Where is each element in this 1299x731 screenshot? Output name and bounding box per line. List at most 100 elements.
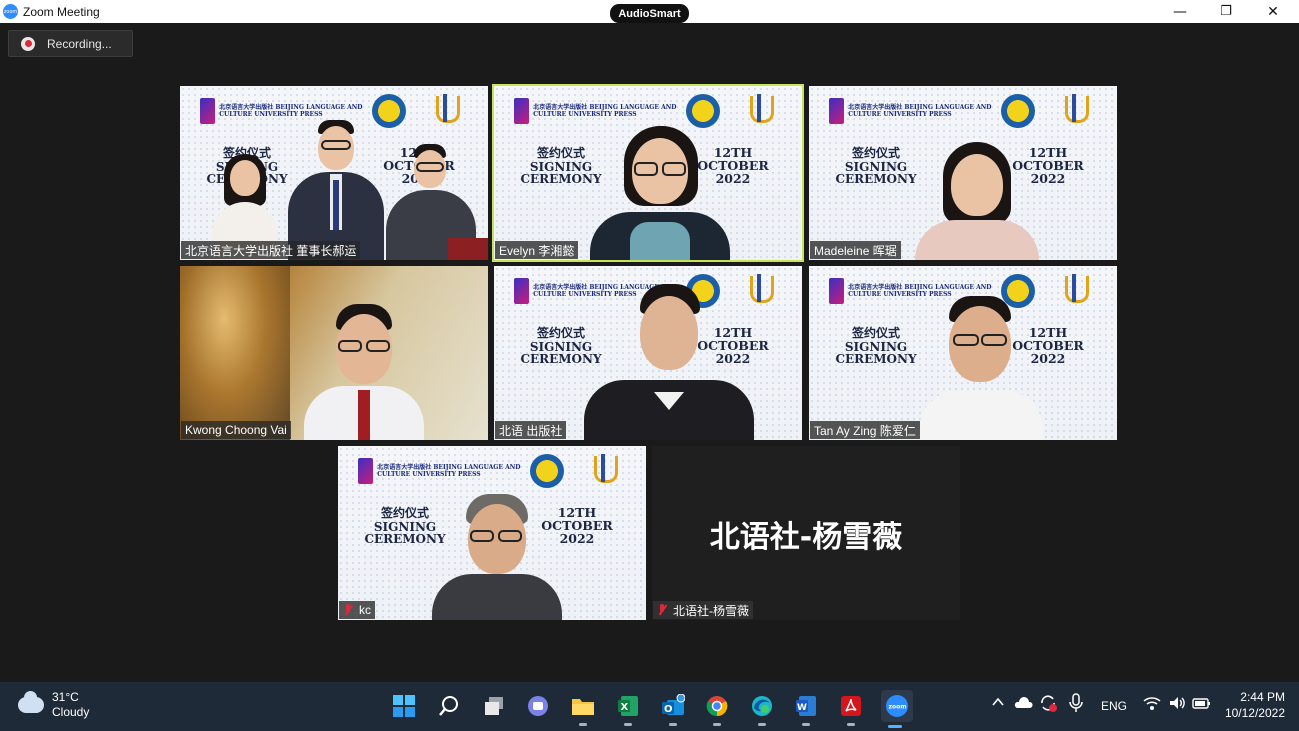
publisher-logo-icon [200,98,216,124]
participant-name: Tan Ay Zing 陈爱仁 [810,421,920,439]
show-hidden-icons-button[interactable] [991,695,1005,712]
participant-video [919,296,1043,440]
publisher-logo-text: 北京语言大学出版社 BEIJING LANGUAGE AND CULTURE U… [219,104,363,118]
video-tile-0[interactable]: 北京语言大学出版社 BEIJING LANGUAGE AND CULTURE U… [180,86,488,260]
publisher-logo: 北京语言大学出版社 BEIJING LANGUAGE AND CULTURE U… [829,96,994,126]
search-icon [439,696,458,716]
window-title: Zoom Meeting [23,4,100,19]
microphone-button[interactable] [1068,693,1084,716]
start-button[interactable] [390,692,418,720]
school-logo-icon [1059,274,1089,308]
onedrive-button[interactable] [1013,697,1033,712]
restore-button[interactable]: ❐ [1203,0,1249,23]
battery-icon [1192,698,1210,709]
participant-name: Madeleine 晖琚 [810,241,901,259]
task-view-button[interactable] [480,692,508,720]
signing-title: 签约仪式 SIGNING CEREMONY [835,326,917,366]
zoom-app-icon: zoom [3,4,18,19]
edge-button[interactable] [748,692,776,726]
folder-icon [572,699,594,715]
council-seal-icon [1001,94,1035,128]
search-button[interactable] [435,692,463,720]
school-logo-icon [744,94,774,128]
video-tile-6[interactable]: 北京语言大学出版社 BEIJING LANGUAGE AND CULTURE U… [338,446,646,620]
school-logo-icon [430,94,460,128]
publisher-logo-icon [358,458,374,484]
zoom-taskbar-button[interactable]: zoom [881,690,913,728]
cloud-icon [18,691,44,713]
muted-mic-icon [343,604,353,616]
chevron-up-icon [992,697,1004,706]
video-tile-5[interactable]: 北京语言大学出版社 BEIJING LANGUAGE AND CULTURE U… [809,266,1117,440]
battery-button[interactable] [1192,695,1212,714]
chat-icon [528,696,548,716]
participant-video [288,120,384,260]
teams-chat-button[interactable] [524,692,552,720]
volume-button[interactable] [1168,695,1186,714]
excel-button[interactable]: X [614,692,642,726]
video-tile-3[interactable]: Kwong Choong Vai [180,266,488,440]
meeting-gallery: Recording... 北京语言大学出版社 BEIJING LANGUAGE … [0,23,1299,682]
svg-text:W: W [797,703,807,713]
publisher-logo: 北京语言大学出版社 BEIJING LANGUAGE AND CULTURE U… [514,96,679,126]
participant-name: 北语社-杨雪薇 [653,601,753,619]
publisher-logo-icon [829,278,845,304]
weather-description: Cloudy [52,705,90,719]
sync-button[interactable] [1038,693,1058,716]
language-indicator[interactable]: ENG [1101,699,1127,713]
school-logo-icon [588,454,618,488]
svg-text:O: O [664,704,673,715]
muted-mic-icon [657,604,667,616]
acrobat-icon [841,696,861,716]
participant-name: 北京语言大学出版社 董事长郝运 [181,241,361,259]
video-tile-1[interactable]: 北京语言大学出版社 BEIJING LANGUAGE AND CULTURE U… [492,84,804,262]
publisher-logo-icon [514,278,530,304]
outlook-button[interactable]: O [659,692,687,726]
publisher-logo-icon [514,98,530,124]
zoom-icon: zoom [886,695,908,717]
council-seal-icon [686,94,720,128]
video-tile-2[interactable]: 北京语言大学出版社 BEIJING LANGUAGE AND CULTURE U… [809,86,1117,260]
council-seal-icon [530,454,564,488]
windows-icon [393,695,415,717]
svg-text:zoom: zoom [889,704,907,711]
participant-video [915,142,1039,260]
word-icon: W [796,696,816,716]
school-logo-icon [1059,94,1089,128]
taskbar-clock[interactable]: 2:44 PM 10/12/2022 [1225,689,1285,721]
minimize-button[interactable]: — [1157,0,1203,23]
participant-video [584,284,754,440]
window-titlebar: zoom Zoom Meeting AudioSmart — ❐ ✕ [0,0,1299,23]
task-view-icon [485,697,503,715]
volume-icon [1170,697,1185,709]
participant-name: Kwong Choong Vai [181,421,291,439]
excel-icon: X [618,696,638,716]
word-button[interactable]: W [792,692,820,726]
wifi-icon [1143,697,1161,710]
record-icon [21,36,35,51]
room-background [180,266,290,440]
table-decor [448,238,488,260]
chrome-icon [706,696,728,717]
participant-name: 北语 出版社 [495,421,567,439]
audio-only-name: 北语社-杨雪薇 [709,520,903,555]
onedrive-cloud-icon [1014,697,1033,708]
participant-name: Evelyn 李湘懿 [495,241,579,259]
video-tile-7[interactable]: 北语社-杨雪薇 北语社-杨雪薇 [652,446,960,620]
weather-temperature: 31°C [52,690,79,704]
wifi-button[interactable] [1143,695,1161,714]
svg-text:X: X [621,702,629,713]
participant-video [304,304,424,440]
file-explorer-button[interactable] [569,692,597,726]
close-button[interactable]: ✕ [1250,0,1296,23]
chrome-button[interactable] [703,692,731,726]
video-tile-4[interactable]: 北京语言大学出版社 BEIJING LANGUAGE AND CULTURE U… [494,266,802,440]
participant-name: kc [339,601,375,619]
recording-indicator[interactable]: Recording... [8,30,133,57]
acrobat-button[interactable] [837,692,865,726]
weather-widget[interactable]: 31°C Cloudy [18,690,89,720]
recording-label: Recording... [47,36,112,51]
publisher-logo: 北京语言大学出版社 BEIJING LANGUAGE AND CULTURE U… [358,456,523,486]
audiosmart-badge[interactable]: AudioSmart [610,4,689,23]
sync-alert-icon [1041,695,1057,712]
